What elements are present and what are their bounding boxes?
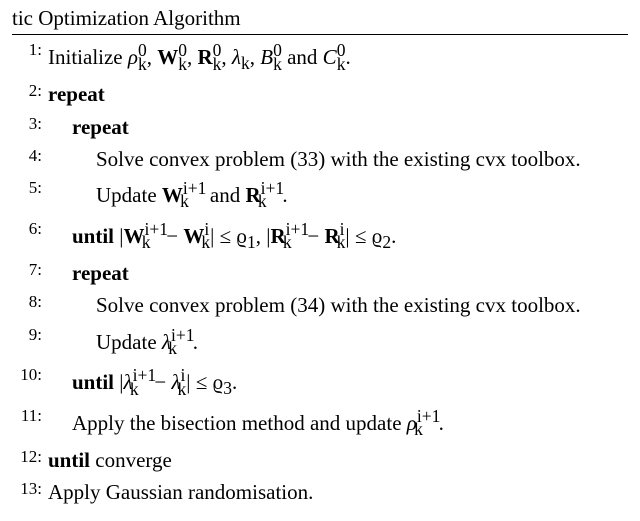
algo-line-1: Initialize ρ0k, W0k, R0k, λk, B0k and C0… — [12, 39, 628, 76]
text: . — [439, 411, 444, 435]
sub: k — [178, 54, 187, 74]
text: Solve convex problem (33) with the exist… — [48, 145, 628, 173]
text: . — [282, 183, 287, 207]
text: Apply Gaussian randomisation. — [48, 480, 313, 504]
text: − — [161, 224, 183, 248]
sub: k — [283, 232, 292, 252]
sub: k — [258, 191, 267, 211]
algo-line-7: repeat — [12, 259, 628, 287]
keyword-until: until — [72, 370, 114, 394]
var-W: W — [157, 45, 178, 69]
var-rho: ρ — [128, 45, 138, 69]
text: converge — [90, 448, 172, 472]
text: . — [193, 330, 198, 354]
algo-line-4: Solve convex problem (33) with the exist… — [12, 145, 628, 173]
text: | ≤ ϱ — [210, 224, 247, 248]
sub: k — [273, 54, 282, 74]
text: Apply the bisection method and update — [72, 411, 407, 435]
algo-line-3: repeat — [12, 113, 628, 141]
keyword-repeat: repeat — [72, 115, 129, 139]
keyword-until: until — [72, 224, 114, 248]
sub: 2 — [382, 232, 391, 252]
text: , — [250, 45, 261, 69]
sub: k — [168, 338, 177, 358]
text: | ≤ ϱ — [186, 370, 223, 394]
text: . — [232, 370, 237, 394]
algo-line-5: Update Wi+1k and Ri+1k . — [12, 177, 628, 214]
var-lambda: λ — [232, 45, 241, 69]
text: | — [114, 224, 123, 248]
sub: 1 — [247, 232, 256, 252]
algo-line-6: until |Wi+1k − Wik| ≤ ϱ1, |Ri+1k − Rik| … — [12, 218, 628, 255]
sub: k — [180, 191, 189, 211]
text: and — [282, 45, 323, 69]
text: , — [147, 45, 158, 69]
text: . — [345, 45, 350, 69]
text: − — [149, 370, 171, 394]
algorithm-body: Initialize ρ0k, W0k, R0k, λk, B0k and C0… — [12, 39, 628, 506]
text: Update — [96, 183, 162, 207]
text: | — [114, 370, 123, 394]
sub: 3 — [223, 379, 232, 399]
keyword-repeat: repeat — [72, 261, 129, 285]
algo-line-12: until converge — [12, 446, 628, 474]
text: Initialize — [48, 45, 128, 69]
algo-line-11: Apply the bisection method and update ρi… — [12, 405, 628, 442]
algo-line-2: repeat — [12, 80, 628, 108]
var-C: C — [323, 45, 337, 69]
text: Solve convex problem (34) with the exist… — [48, 291, 628, 319]
sub: k — [138, 54, 147, 74]
algorithm-title-fragment: tic Optimization Algorithm — [12, 4, 628, 35]
text: and — [205, 183, 246, 207]
algo-line-10: until |λi+1k − λik| ≤ ϱ3. — [12, 364, 628, 401]
sub: k — [142, 232, 151, 252]
sub: k — [178, 379, 187, 399]
algorithm-lines: Initialize ρ0k, W0k, R0k, λk, B0k and C0… — [12, 39, 628, 506]
text: . — [391, 224, 396, 248]
var-B: B — [260, 45, 273, 69]
sub: k — [241, 54, 250, 74]
var-R: R — [197, 45, 212, 69]
text: | ≤ ϱ — [345, 224, 382, 248]
text: , — [187, 45, 198, 69]
sub: k — [130, 379, 139, 399]
keyword-repeat: repeat — [48, 82, 105, 106]
text: Update — [96, 330, 162, 354]
text: , | — [256, 224, 271, 248]
algo-line-9: Update λi+1k . — [12, 324, 628, 361]
sub: k — [201, 232, 210, 252]
text: − — [302, 224, 324, 248]
sub: k — [414, 419, 423, 439]
keyword-until: until — [48, 448, 90, 472]
algo-line-13: Apply Gaussian randomisation. — [12, 478, 628, 506]
algorithm-snippet: tic Optimization Algorithm Initialize ρ0… — [0, 0, 640, 521]
algo-line-8: Solve convex problem (34) with the exist… — [12, 291, 628, 319]
text: , — [221, 45, 232, 69]
